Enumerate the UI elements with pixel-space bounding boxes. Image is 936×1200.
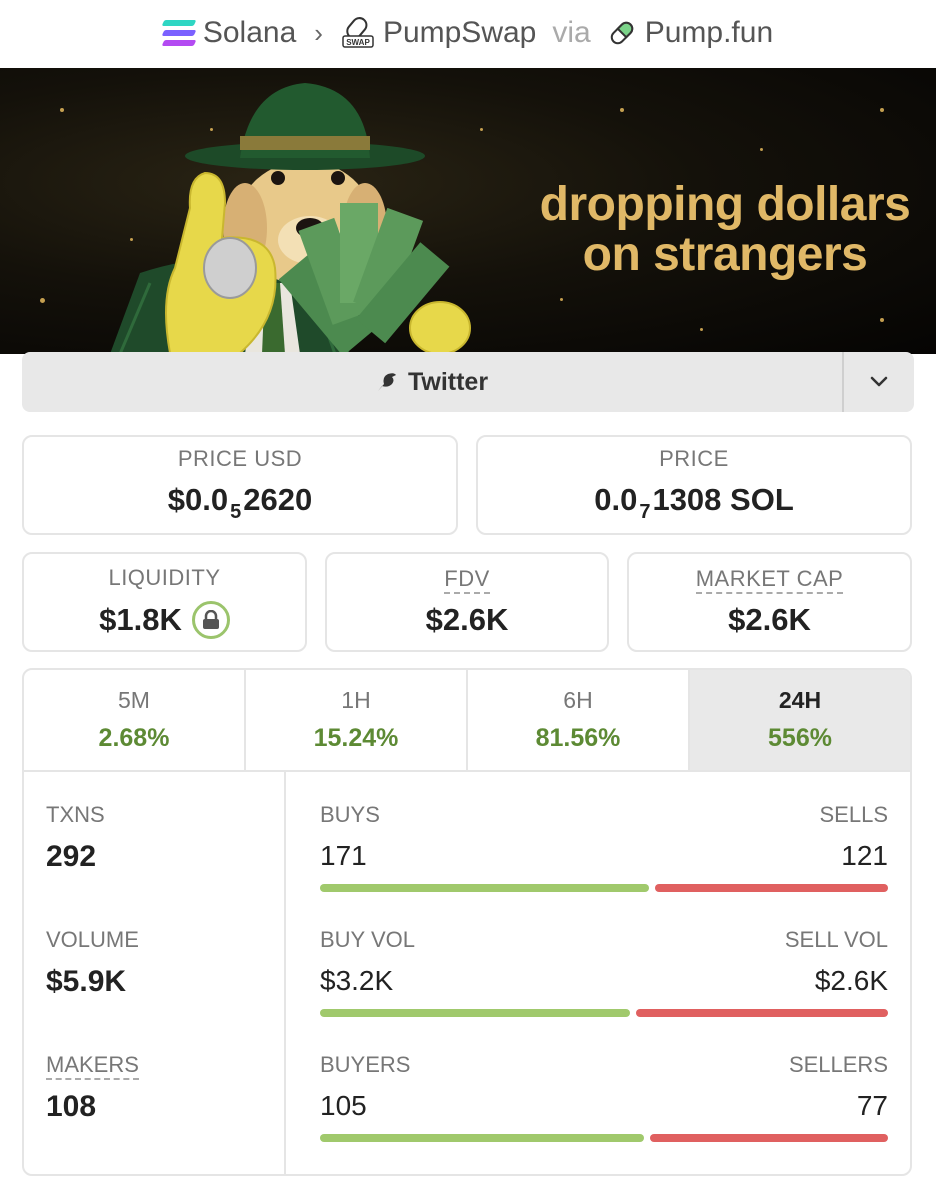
dog-mascot-illustration [110, 83, 471, 354]
tab-24h[interactable]: 24H 556% [690, 670, 910, 770]
sell-vol-value: $2.6K [814, 965, 888, 996]
tab-6h-label: 6H [563, 687, 593, 713]
breadcrumb: Solana › SWAP PumpSwap via Pump.fun [0, 0, 936, 66]
txns-label: TXNS [46, 802, 105, 827]
tab-6h[interactable]: 6H 81.56% [468, 670, 690, 770]
sell-vol-label: SELL VOL [784, 927, 888, 952]
buys-sells-ratio-bar [320, 884, 888, 892]
volume-value: $5.9K [46, 965, 127, 998]
stats-summary: TXNS 292 VOLUME $5.9K MAKERS 108 [24, 772, 286, 1174]
buyers-label: BUYERS [320, 1052, 411, 1077]
makers-value: 108 [46, 1090, 97, 1123]
volume-ratio-bar [320, 1009, 888, 1017]
makers-stat: MAKERS 108 [46, 1052, 139, 1124]
market-cap-card: MARKET CAP $2.6K [627, 552, 912, 652]
sellers-label: SELLERS [788, 1052, 888, 1077]
txns-stat: TXNS 292 [46, 802, 105, 874]
makers-label[interactable]: MAKERS [46, 1052, 139, 1080]
tab-5m-change: 2.68% [98, 724, 170, 752]
buy-vol-value: $3.2K [320, 965, 394, 996]
solana-icon [161, 20, 197, 46]
banner-tagline-line1: dropping dollars [539, 178, 911, 231]
sells-label: SELLS [819, 802, 889, 827]
lock-icon[interactable] [191, 601, 230, 639]
price-native-unit: SOL [730, 482, 794, 517]
liquidity-card: LIQUIDITY $1.8K [22, 552, 307, 652]
lock-glyph [202, 610, 219, 629]
tab-24h-label: 24H [778, 687, 822, 713]
timeframe-tabs: 5M 2.68% 1H 15.24% 6H 81.56% 24H 556% [24, 670, 910, 772]
fdv-value: $2.6K [425, 602, 509, 637]
crumb-dex[interactable]: SWAP PumpSwap [341, 16, 536, 50]
pumpswap-icon-text: SWAP [346, 38, 370, 47]
crumb-launchpad[interactable]: Pump.fun [607, 16, 773, 50]
crumb-via: via [552, 16, 591, 49]
buys-bar-segment [320, 884, 650, 892]
buyers-bar-segment [320, 1134, 645, 1142]
volume-stat: VOLUME $5.9K [46, 927, 139, 999]
buys-label: BUYS [320, 802, 380, 827]
buyers-value: 105 [320, 1090, 367, 1121]
fdv-card: FDV $2.6K [325, 552, 609, 652]
liquidity-value: $1.8K [99, 602, 182, 637]
tab-5m[interactable]: 5M 2.68% [24, 670, 246, 770]
crumb-dex-label: PumpSwap [382, 16, 537, 49]
buy-vol-label: BUY VOL [320, 927, 415, 952]
buyers-sellers-row: BUYERS SELLERS 105 77 [320, 1052, 888, 1142]
crumb-chain[interactable]: Solana [161, 16, 297, 50]
market-cap-label[interactable]: MARKET CAP [695, 566, 844, 594]
crumb-launchpad-label: Pump.fun [644, 16, 774, 49]
volume-split-row: BUY VOL SELL VOL $3.2K $2.6K [320, 927, 888, 1017]
buys-sells-row: BUYS SELLS 171 121 [320, 802, 888, 892]
sells-bar-segment [655, 884, 888, 892]
banner-tagline-line2: on strangers [582, 228, 868, 281]
price-native-prefix: 0.0 [594, 482, 638, 517]
socials-bar: Twitter [22, 352, 914, 412]
price-usd-prefix: $0.0 [167, 482, 229, 517]
tab-6h-change: 81.56% [535, 724, 621, 752]
sellers-bar-segment [650, 1134, 888, 1142]
sells-value: 121 [841, 840, 888, 871]
price-native-digits: 1308 [652, 482, 722, 517]
volume-label: VOLUME [46, 927, 139, 952]
sellers-value: 77 [856, 1090, 888, 1121]
stats-panel: 5M 2.68% 1H 15.24% 6H 81.56% 24H 556% TX… [22, 668, 912, 1176]
sell-vol-bar-segment [636, 1009, 888, 1017]
tab-5m-label: 5M [118, 687, 150, 713]
price-native-card: PRICE 0.0 71308 SOL [476, 435, 912, 535]
twitter-button[interactable]: Twitter [22, 352, 842, 412]
tab-1h-label: 1H [341, 687, 371, 713]
pumpswap-icon: SWAP [342, 17, 374, 48]
price-usd-zero-count: 5 [230, 501, 242, 523]
chevron-right-icon: › [314, 17, 323, 48]
liquidity-label: LIQUIDITY [108, 565, 221, 590]
price-usd-digits: 2620 [243, 482, 313, 517]
price-usd-label: PRICE USD [177, 446, 303, 471]
price-usd-value: $0.0 52620 [168, 482, 312, 524]
banner-tagline: dropping dollars on strangers [530, 180, 920, 280]
crumb-chain-label: Solana [202, 16, 297, 49]
fdv-label[interactable]: FDV [444, 566, 490, 594]
socials-expand-button[interactable] [842, 352, 914, 412]
twitter-bird-icon [377, 373, 396, 391]
buy-vol-bar-segment [320, 1009, 631, 1017]
buyers-sellers-ratio-bar [320, 1134, 888, 1142]
price-native-zero-count: 7 [639, 501, 651, 523]
txns-value: 292 [46, 840, 97, 873]
chevron-down-icon [870, 376, 888, 387]
price-native-value: 0.0 71308 SOL [594, 482, 794, 524]
market-cap-value: $2.6K [728, 602, 811, 637]
tab-1h[interactable]: 1H 15.24% [246, 670, 468, 770]
price-native-label: PRICE [659, 446, 729, 471]
token-banner: dropping dollars on strangers [0, 68, 936, 354]
tab-24h-change: 556% [768, 724, 832, 752]
twitter-label: Twitter [407, 367, 489, 396]
price-usd-card: PRICE USD $0.0 52620 [22, 435, 458, 535]
buys-value: 171 [320, 840, 367, 871]
tab-1h-change: 15.24% [313, 724, 399, 752]
pill-icon [610, 21, 633, 45]
liquidity-value-row: $1.8K [99, 601, 230, 639]
